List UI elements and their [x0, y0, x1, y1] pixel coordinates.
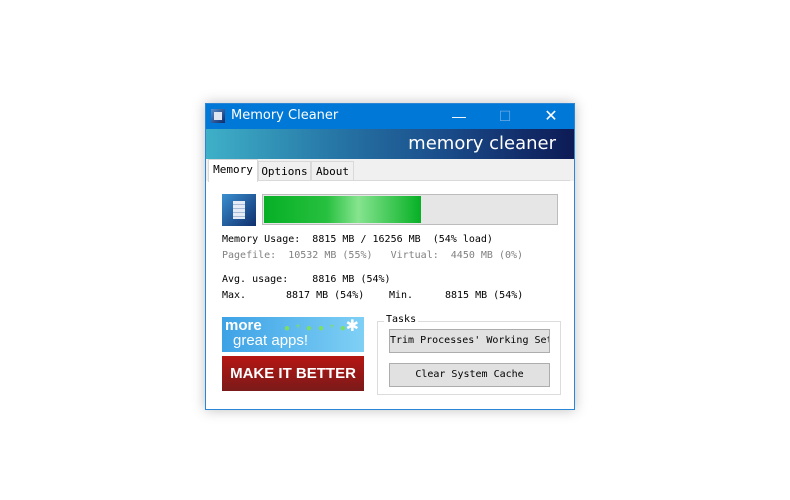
memory-cleaner-window: Memory Cleaner — ☐ ✕ memory cleaner Memo…	[205, 103, 575, 410]
trim-working-set-button[interactable]: Trim Processes' Working Set	[389, 329, 550, 353]
tab-about[interactable]: About	[311, 161, 354, 181]
close-button[interactable]: ✕	[528, 104, 574, 129]
banner-text: memory cleaner	[408, 133, 556, 154]
tasks-group-label: Tasks	[384, 314, 419, 325]
tasks-group: Tasks Trim Processes' Working Set Clear …	[377, 314, 561, 395]
snowflake-icon: ✱	[345, 318, 359, 335]
memory-chip-icon	[222, 194, 256, 226]
memory-usage-text: Memory Usage: 8815 MB / 16256 MB (54% lo…	[222, 234, 493, 245]
tab-strip: Memory Options About	[206, 159, 574, 182]
header-banner: memory cleaner	[206, 129, 574, 159]
window-title: Memory Cleaner	[231, 108, 339, 123]
more-apps-line2: great apps!	[233, 332, 309, 349]
max-value: 8817 MB (54%)	[286, 290, 365, 301]
memory-panel: Memory Usage: 8815 MB / 16256 MB (54% lo…	[208, 180, 570, 407]
min-value: 8815 MB (54%)	[445, 290, 524, 301]
memory-usage-bar-fill	[264, 196, 421, 223]
minimize-button[interactable]: —	[436, 104, 482, 129]
tab-options[interactable]: Options	[258, 161, 311, 181]
min-label: Min.	[389, 290, 414, 301]
memory-usage-bar	[262, 194, 558, 225]
more-great-apps-banner[interactable]: more great apps! ●*●●*● ✱	[222, 317, 364, 352]
max-label: Max.	[222, 290, 247, 301]
app-icon	[211, 109, 225, 123]
title-bar[interactable]: Memory Cleaner — ☐ ✕	[206, 104, 574, 129]
clear-system-cache-button[interactable]: Clear System Cache	[389, 363, 550, 387]
avg-usage-text: Avg. usage: 8816 MB (54%)	[222, 274, 391, 285]
pagefile-text: Pagefile: 10532 MB (55%) Virtual: 4450 M…	[222, 250, 524, 261]
decorative-dots-icon: ●*●●*●	[284, 323, 352, 334]
tab-memory[interactable]: Memory	[208, 159, 258, 182]
maximize-button[interactable]: ☐	[482, 104, 528, 129]
make-it-better-banner[interactable]: MAKE IT BETTER	[222, 356, 364, 391]
